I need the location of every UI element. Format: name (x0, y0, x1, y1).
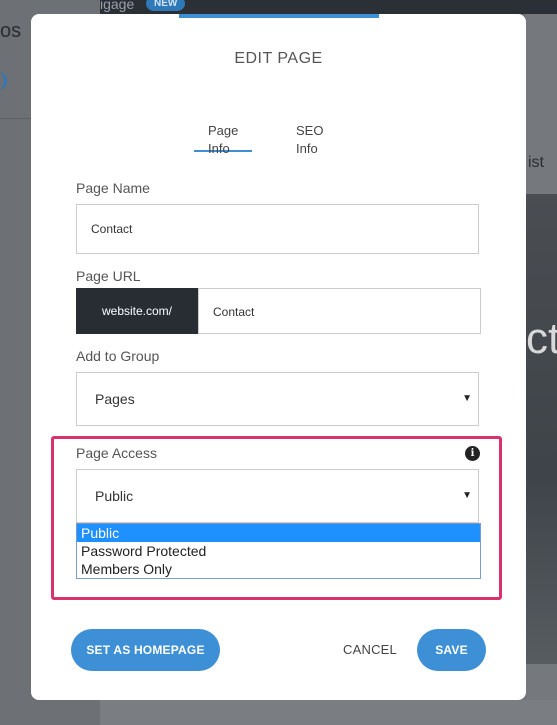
page-access-select-value: Public (95, 488, 134, 504)
cancel-button[interactable]: CANCEL (333, 629, 407, 671)
page-name-input[interactable]: Contact (76, 204, 479, 254)
dropdown-arrow-icon: ▼ (462, 393, 472, 404)
background-bottom-area (100, 700, 557, 725)
background-text-fragment: igage (100, 0, 135, 12)
group-select[interactable]: Pages ▼ (76, 372, 479, 426)
info-icon[interactable]: i (465, 446, 480, 461)
edit-page-modal: EDIT PAGE Page Info SEO Info Page Name C… (31, 14, 526, 700)
page-name-label: Page Name (76, 180, 150, 196)
background-hero-image (526, 194, 557, 664)
background-text-fragment: ist (528, 154, 544, 171)
background-text-fragment: os (0, 20, 22, 42)
page-access-label: Page Access (76, 445, 157, 461)
url-prefix: website.com/ (76, 288, 198, 334)
option-members-only[interactable]: Members Only (77, 560, 480, 578)
background-right-panel: ist ct (526, 14, 557, 725)
page-url-group: website.com/ Contact (76, 288, 481, 334)
background-indicator-icon (0, 72, 7, 90)
modal-accent-bar (179, 14, 379, 18)
tab-seo-info[interactable]: SEO Info (282, 122, 337, 156)
page-access-select[interactable]: Public ▼ (76, 469, 479, 523)
new-badge: NEW (146, 0, 186, 11)
group-select-value: Pages (95, 391, 135, 407)
page-access-options-list: Public Password Protected Members Only (76, 523, 481, 579)
page-url-input[interactable]: Contact (198, 288, 481, 334)
page-url-label: Page URL (76, 268, 141, 284)
tab-page-info[interactable]: Page Info (194, 122, 253, 156)
add-to-group-label: Add to Group (76, 348, 160, 364)
save-button[interactable]: SAVE (417, 629, 486, 671)
modal-title: EDIT PAGE (234, 50, 323, 67)
background-hero-text: ct (526, 314, 557, 363)
dropdown-arrow-icon: ▼ (462, 490, 472, 501)
background-top-bar: igage NEW (100, 0, 557, 14)
set-as-homepage-button[interactable]: SET AS HOMEPAGE (71, 629, 220, 671)
option-password-protected[interactable]: Password Protected (77, 542, 480, 560)
option-public[interactable]: Public (77, 524, 480, 542)
